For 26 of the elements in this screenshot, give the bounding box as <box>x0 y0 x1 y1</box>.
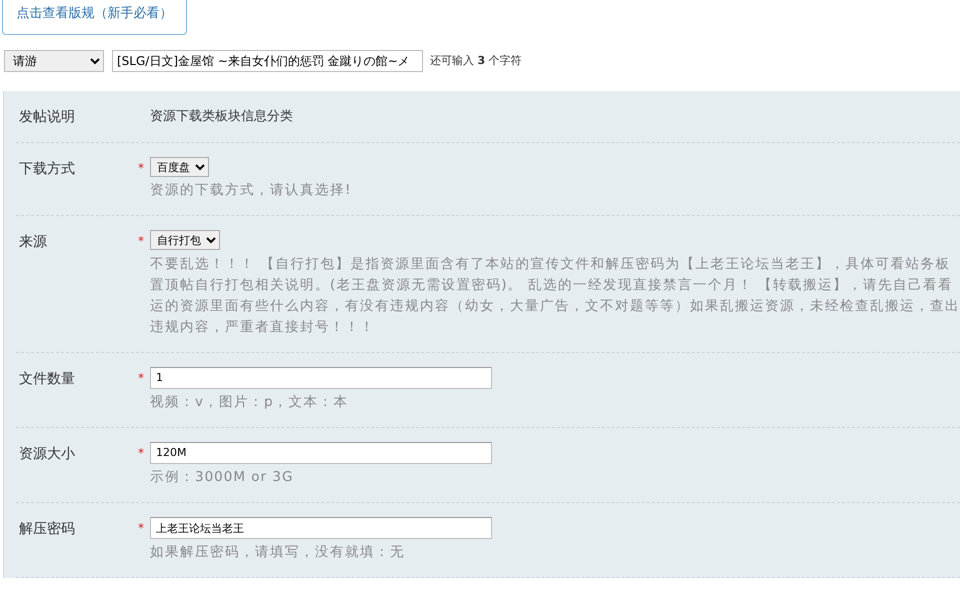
field-label: 文件数量 <box>18 370 76 388</box>
hint-text: 视频：v，图片：p，文本：本 <box>150 392 350 412</box>
title-field[interactable]: [SLG/日文]金屋馆 ~来自女仆们的惩罚 金蹴りの館~メ <box>112 50 423 72</box>
field-label: 资源大小 <box>18 444 76 464</box>
input-field[interactable]: 上老王论坛当老王 <box>150 517 492 539</box>
field-label: 来源 <box>18 233 48 252</box>
hint-text: 不要乱选！！！ 【自行打包】是指资源里面含有了本站的宣传文件和解压密码为【上老王论坛当老王】，具体可看站务板 置顶帖自行打包相关说明。(老王盘资源无需设置密码)。 乱选的一经发现直接禁言一个月！ 【转载搬运】，请先自己看看 运的资源里面有些什么内容，有没有违规内容（幼女，大量广告，文不对题等等）如果乱搬运资源，未经检查乱搬运，查出 违规内容，严重者直接封号！！！ <box>150 254 960 336</box>
required-mark: * <box>138 161 144 175</box>
hint-text: 示例：3000M or 3G <box>150 468 294 487</box>
char-counter-text: 还可输入 3 个字符 <box>430 52 522 69</box>
required-mark: * <box>138 234 144 248</box>
required-mark: * <box>138 521 144 535</box>
rules-button[interactable]: 点击查看版规（新手必看） <box>2 0 187 35</box>
required-mark: * <box>138 446 144 460</box>
category-select[interactable]: 请游 <box>4 50 104 72</box>
hint-text: 如果解压密码，请填写，没有就填：无 <box>150 543 406 562</box>
field-value: 资源下载类板块信息分类 <box>150 108 294 126</box>
input-field[interactable]: 120M <box>150 442 492 464</box>
field-label: 发帖说明 <box>18 108 76 127</box>
dropdown[interactable]: 自行打包 <box>150 230 220 250</box>
required-mark: * <box>138 370 144 384</box>
input-field[interactable]: 1 <box>150 366 492 388</box>
field-label: 解压密码 <box>18 520 76 539</box>
field-label: 下载方式 <box>18 160 76 179</box>
hint-text: 资源的下载方式，请认真选择! <box>150 181 352 200</box>
dropdown[interactable]: 百度盘 <box>150 157 209 177</box>
